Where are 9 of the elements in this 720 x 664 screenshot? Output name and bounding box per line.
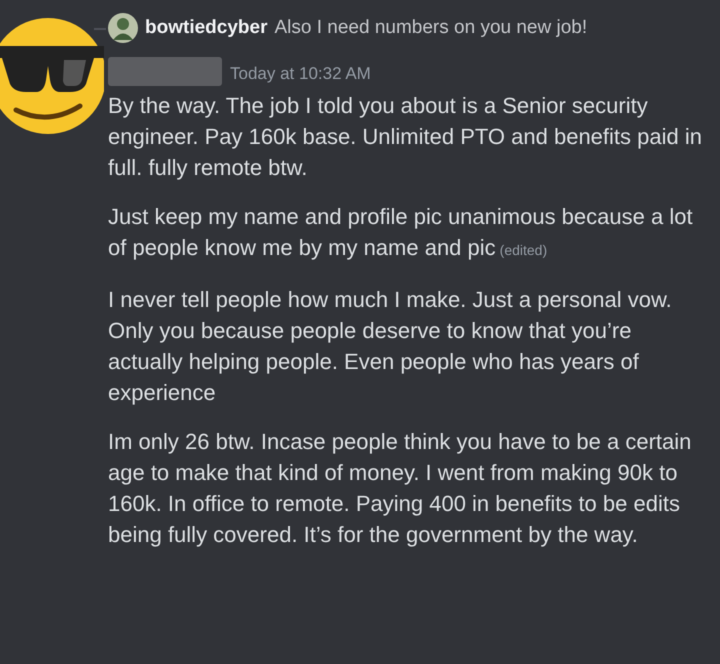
user-avatar-icon[interactable] bbox=[108, 13, 138, 43]
message-text: Just keep my name and profile pic unanimous because a lot of people know me by my name and pic (edited) bbox=[108, 203, 694, 262]
reply-author-name[interactable]: bowtiedcyber bbox=[145, 17, 268, 39]
reply-message-preview[interactable]: Also I need numbers on you new job! bbox=[274, 17, 588, 39]
message-text: Im only 26 btw. Incase people think you have to be a certain age to make that kind of money. I went from making 90k to 160k. In office to remote. Paying 400 in benefits to be edits being fully covered. It’s for the government by the way. bbox=[108, 428, 692, 549]
message-text: By the way. The job I told you about is a Senior security engineer. Pay 160k base. Unlimited PTO and benefits paid in full. fully remote btw. bbox=[108, 92, 703, 182]
message-timestamp: Today at 10:32 AM bbox=[230, 63, 371, 84]
message-text: I never tell people how much I make. Just a personal vow. Only you because people deserve to know that you’re actually helping people. Even people who has years of experience bbox=[108, 286, 673, 407]
edited-label: (edited) bbox=[500, 242, 548, 258]
